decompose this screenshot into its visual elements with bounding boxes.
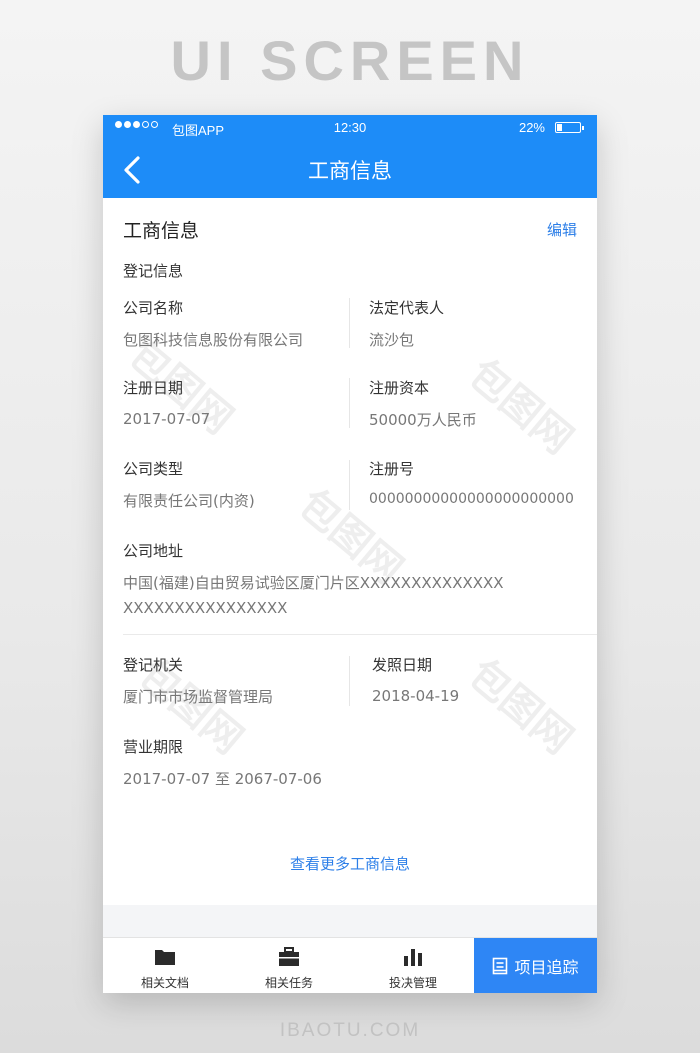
term-label: 营业期限 <box>123 738 184 756</box>
legal-rep-value: 流沙包 <box>369 331 415 349</box>
tab-related-docs[interactable]: 相关文档 <box>103 938 227 993</box>
phone-screen: 包图网 包图网 包图网 包图网 包图网 包图APP 12:30 22% 工商信息… <box>103 115 597 993</box>
issue-date-label: 发照日期 <box>372 656 433 674</box>
reg-number-label: 注册号 <box>369 460 415 478</box>
address-label: 公司地址 <box>123 542 184 560</box>
reg-capital-value: 50000万人民币 <box>369 411 477 429</box>
company-name-value: 包图科技信息股份有限公司 <box>123 331 304 349</box>
address-value-line1: 中国(福建)自由贸易试验区厦门片区XXXXXXXXXXXXXX <box>123 574 504 592</box>
section-divider <box>123 634 597 635</box>
tab-label: 相关任务 <box>264 976 313 990</box>
column-divider <box>349 656 350 706</box>
page-heading: UI SCREEN <box>170 29 530 92</box>
tab-label: 投决管理 <box>388 976 437 990</box>
authority-label: 登记机关 <box>123 656 184 674</box>
tab-label: 相关文档 <box>140 976 189 990</box>
spacer-band <box>103 905 597 937</box>
column-divider <box>349 298 350 348</box>
clipboard-icon <box>493 957 508 975</box>
section-title: 登记信息 <box>123 262 184 280</box>
reg-date-value: 2017-07-07 <box>123 410 211 428</box>
briefcase-icon <box>279 947 299 966</box>
folder-icon <box>155 950 175 965</box>
company-name-label: 公司名称 <box>123 299 184 317</box>
app-header: 包图APP 12:30 22% 工商信息 <box>103 115 597 198</box>
address-value-line2: XXXXXXXXXXXXXXXX <box>123 599 288 617</box>
authority-value: 厦门市市场监督管理局 <box>123 688 274 706</box>
term-value: 2017-07-07 至 2067-07-06 <box>123 770 322 788</box>
watermark: 包图网 <box>459 650 582 764</box>
view-more-link[interactable]: 查看更多工商信息 <box>103 853 597 874</box>
status-bar: 包图APP 12:30 22% <box>103 115 597 141</box>
edit-button[interactable]: 编辑 <box>547 219 577 240</box>
legal-rep-label: 法定代表人 <box>369 299 445 317</box>
card-title: 工商信息 <box>123 220 200 242</box>
project-tracking-label: 项目追踪 <box>514 958 579 977</box>
issue-date-value: 2018-04-19 <box>372 687 460 705</box>
tab-investment-decision[interactable]: 投决管理 <box>351 938 475 993</box>
nav-title: 工商信息 <box>308 159 392 183</box>
bar-chart-icon <box>404 949 422 966</box>
column-divider <box>349 378 350 428</box>
project-tracking-button[interactable]: 项目追踪 <box>474 938 597 993</box>
column-divider <box>349 460 350 510</box>
watermark: 包图网 <box>459 350 582 464</box>
reg-date-label: 注册日期 <box>123 379 184 397</box>
footer-brand: IBAOTU.COM <box>279 1020 421 1041</box>
battery-icon <box>555 122 584 133</box>
battery-percent: 22% <box>518 120 545 135</box>
reg-number-value: 00000000000000000000000 <box>369 491 574 507</box>
company-type-label: 公司类型 <box>123 460 184 478</box>
tab-related-tasks[interactable]: 相关任务 <box>227 938 351 993</box>
reg-capital-label: 注册资本 <box>369 379 430 397</box>
bottom-tabbar: 相关文档 相关任务 投决管理 项目追踪 <box>103 937 597 993</box>
company-type-value: 有限责任公司(内资) <box>123 492 255 510</box>
